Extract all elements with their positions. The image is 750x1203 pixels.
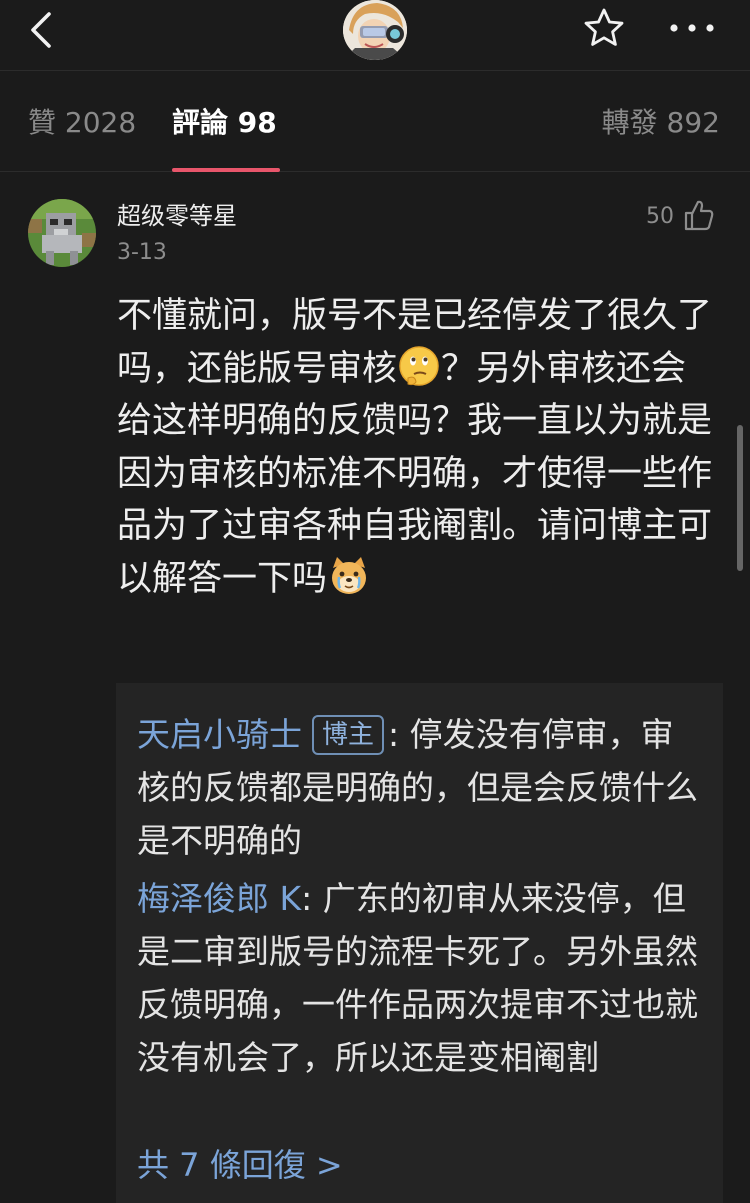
active-tab-indicator: [172, 168, 280, 172]
back-button[interactable]: [18, 6, 68, 54]
more-options-button[interactable]: [664, 10, 720, 46]
comment-like-count: 50: [646, 204, 674, 229]
tab-reposts-label: 轉發: [601, 106, 658, 139]
replies-container: 天启小骑士 博主: 停发没有停审，审核的反馈都是明确的，但是会反馈什么是不明确的 …: [116, 683, 723, 1203]
tab-comments-count: 98: [237, 106, 277, 139]
comment-date: 3-13: [117, 240, 167, 265]
tab-reposts-count: 892: [666, 106, 720, 139]
scrollbar-thumb[interactable]: [737, 425, 743, 571]
star-outline-icon: [584, 8, 624, 46]
reply-item[interactable]: 梅泽俊郎 K: 广东的初审从来没停，但是二审到版号的流程卡死了。另外虽然反馈明确…: [137, 872, 702, 1084]
blogger-badge: 博主: [312, 715, 385, 755]
tab-likes[interactable]: 贊 2028: [28, 105, 136, 141]
commenter-avatar[interactable]: [28, 199, 96, 267]
reply-item[interactable]: 天启小骑士 博主: 停发没有停审，审核的反馈都是明确的，但是会反馈什么是不明确的: [137, 708, 702, 867]
reply-author-name[interactable]: 梅泽俊郎 K: [137, 879, 301, 918]
tab-likes-count: 2028: [64, 106, 137, 139]
thinking-face-emoji-icon: [399, 345, 439, 386]
tab-comments-label: 評論: [172, 106, 229, 139]
reply-separator: :: [388, 715, 410, 754]
comment-body: 不懂就问，版号不是已经停发了很久了吗，还能版号审核 ？另外审核还会给这样明确的反…: [117, 290, 717, 605]
more-horizontal-icon: [670, 24, 714, 32]
tab-bar: 贊 2028 評論 98 轉發 892: [0, 71, 750, 172]
tab-reposts[interactable]: 轉發 892: [602, 105, 720, 141]
like-button[interactable]: [683, 198, 715, 232]
favorite-button[interactable]: [580, 5, 628, 51]
view-all-replies-link[interactable]: 共 7 條回復 >: [137, 1143, 343, 1187]
chevron-left-icon: [31, 12, 51, 48]
tab-comments[interactable]: 評論 98: [172, 105, 277, 141]
commenter-username[interactable]: 超级零等星: [117, 199, 237, 233]
author-avatar[interactable]: [343, 0, 407, 60]
crying-doge-emoji-icon: [332, 556, 367, 594]
tab-likes-label: 贊: [28, 106, 57, 139]
thumbs-up-icon: [684, 200, 714, 231]
top-navigation-bar: [0, 0, 750, 71]
reply-separator: :: [301, 879, 323, 918]
reply-author-name[interactable]: 天启小骑士: [137, 715, 302, 754]
